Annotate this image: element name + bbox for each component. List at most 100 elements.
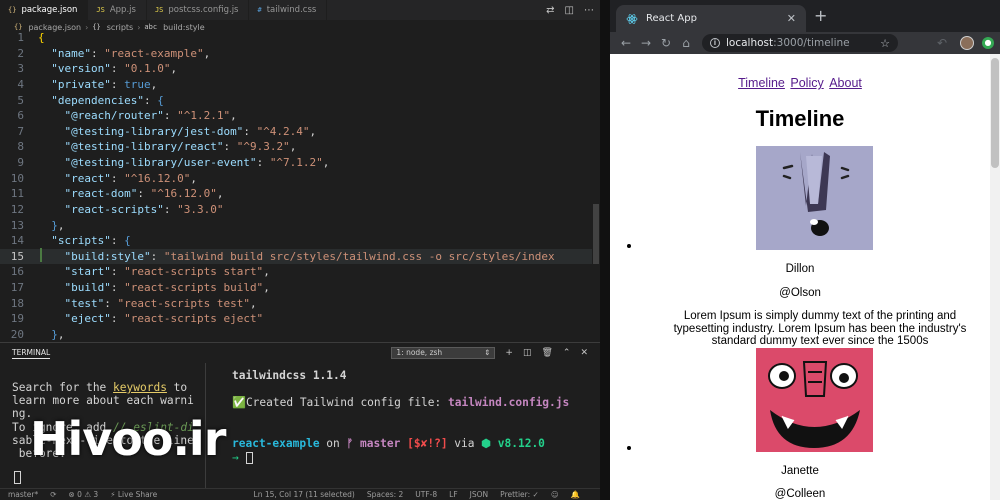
chevron-updown-icon: ⇕ [484,348,491,357]
nav-link-timeline[interactable]: Timeline [738,76,785,90]
list-bullet [627,244,631,248]
line-content: "test": "react-scripts test", [64,296,257,310]
tab-postcss-config[interactable]: JS postcss.config.js [147,0,250,20]
tab-tailwind-css[interactable]: # tailwind.css [249,0,328,20]
nav-link-policy[interactable]: Policy [790,76,823,90]
code-line[interactable]: 9 "@testing-library/user-event": "^7.1.2… [0,155,600,171]
chevron-up-icon[interactable]: ⌃ [563,348,571,358]
terminal-tab[interactable]: TERMINAL [12,348,51,359]
feedback-icon[interactable]: ☺ [551,490,559,499]
terminal-line: Search for the keywords to [12,381,188,394]
problems-status[interactable]: ⊗ 0 ⚠ 3 [69,490,99,499]
code-line[interactable]: 13 }, [0,218,600,234]
toolbar-right: ↶ ● [932,36,994,50]
post-avatar-image [756,146,873,250]
code-line[interactable]: 8 "@testing-library/react": "^9.3.2", [0,139,600,155]
code-line[interactable]: 4 "private": true, [0,77,600,93]
split-editor-icon[interactable]: ◫ [565,5,574,16]
line-number: 10 [10,171,24,185]
tab-label: postcss.config.js [168,5,239,15]
encoding-status[interactable]: UTF-8 [415,490,437,499]
code-line[interactable]: 17 "build": "react-scripts build", [0,280,600,296]
page-title: Timeline [755,106,845,131]
new-tab-icon[interactable]: + [814,8,827,24]
prompt-on: on [319,436,347,450]
code-line[interactable]: 1{ [0,30,600,46]
compare-changes-icon[interactable]: ⇄ [546,5,554,16]
home-icon[interactable]: ⌂ [676,36,696,50]
git-branch-status[interactable]: master* [8,490,38,499]
terminal-prompt-line: react-example on ᚠ master [$✘!?] via ⬢ v… [232,437,600,451]
nav-link-about[interactable]: About [829,76,862,90]
live-share-status[interactable]: ⚡ Live Share [110,490,157,499]
url-path: :3000/timeline [773,37,850,49]
code-line[interactable]: 20 }, [0,327,600,342]
info-icon[interactable]: i [710,38,720,48]
code-line[interactable]: 7 "@testing-library/jest-dom": "^4.2.4", [0,124,600,140]
code-line[interactable]: 10 "react": "^16.12.0", [0,171,600,187]
editor-scrollbar[interactable] [592,34,600,342]
extension-icon[interactable]: ● [982,37,994,49]
more-actions-icon[interactable]: ⋯ [584,5,594,16]
code-line[interactable]: 12 "react-scripts": "3.3.0" [0,202,600,218]
line-content: }, [51,218,65,232]
code-line[interactable]: 14 "scripts": { [0,233,600,249]
bell-icon[interactable]: 🔔 [571,490,580,499]
code-line[interactable]: 18 "test": "react-scripts test", [0,296,600,312]
code-line[interactable]: 2 "name": "react-example", [0,46,600,62]
page-scroll-thumb[interactable] [991,58,999,168]
browser-tab[interactable]: React App ✕ [616,5,806,32]
status-bar-right: Ln 15, Col 17 (11 selected) Spaces: 2 UT… [254,490,592,499]
prompt-node-version: v8.12.0 [497,436,545,450]
reload-icon[interactable]: ↻ [656,36,676,50]
forward-icon[interactable]: → [636,36,656,50]
line-content: { [38,31,45,44]
prompt-via: via [447,436,482,450]
address-bar[interactable]: i localhost:3000/timeline ☆ [702,34,898,52]
new-terminal-icon[interactable]: + [505,348,513,358]
trash-icon[interactable]: 🗑 [541,348,552,358]
terminal-shell-select[interactable]: 1: node, zsh ⇕ [391,347,496,359]
code-line[interactable]: 6 "@reach/router": "^1.2.1", [0,108,600,124]
post-name: Janette [781,465,819,477]
window-divider [600,0,610,500]
editor-scroll-thumb[interactable] [593,204,599,264]
eol-status[interactable]: LF [449,490,458,499]
line-number: 2 [17,46,24,60]
code-line[interactable]: 5 "dependencies": { [0,93,600,109]
code-line[interactable]: 11 "react-dom": "^16.12.0", [0,186,600,202]
browser-viewport[interactable]: Timeline Policy About Timeline Dillon @O… [610,54,1000,500]
split-terminal-icon[interactable]: ◫ [523,348,532,358]
code-line[interactable]: 16 "start": "react-scripts start", [0,264,600,280]
terminal-right-pane[interactable]: tailwindcss 1.1.4 ✅Created Tailwind conf… [232,369,600,464]
prettier-status[interactable]: Prettier: ✓ [500,490,539,499]
code-line[interactable]: 19 "eject": "react-scripts eject" [0,311,600,327]
line-number: 17 [10,281,24,294]
avatar[interactable] [960,36,974,50]
tab-package-json[interactable]: {} package.json [0,0,89,20]
line-content: "version": "0.1.0", [51,62,178,76]
code-line[interactable]: 15 "build:style": "tailwind build src/st… [0,248,600,265]
terminal-tools: 1: node, zsh ⇕ + ◫ 🗑 ⌃ ✕ [391,347,588,359]
line-content: "@reach/router": "^1.2.1", [64,109,237,123]
tab-app-js[interactable]: JS App.js [88,0,147,20]
page-scrollbar[interactable] [990,54,1000,500]
close-icon[interactable]: ✕ [580,348,588,358]
tab-label: App.js [109,5,136,15]
code-editor[interactable]: 1{2 "name": "react-example", 3 "version":… [0,30,600,342]
extension-disabled-icon[interactable]: ↶ [932,36,952,50]
terminal-cursor [14,471,21,484]
code-line[interactable]: 3 "version": "0.1.0", [0,61,600,77]
react-icon [626,13,638,24]
line-number: 7 [17,124,24,138]
json-file-icon: {} [8,6,17,14]
sync-icon[interactable]: ⟳ [50,490,56,499]
language-status[interactable]: JSON [470,490,489,499]
cursor-position-status[interactable]: Ln 15, Col 17 (11 selected) [254,490,355,499]
line-number: 13 [10,218,24,232]
chrome-window: React App ✕ + ← → ↻ ⌂ i localhost:3000/t… [610,0,1000,500]
indentation-status[interactable]: Spaces: 2 [367,490,403,499]
back-icon[interactable]: ← [616,36,636,50]
close-icon[interactable]: ✕ [787,12,796,25]
bookmark-star-icon[interactable]: ☆ [880,37,890,50]
